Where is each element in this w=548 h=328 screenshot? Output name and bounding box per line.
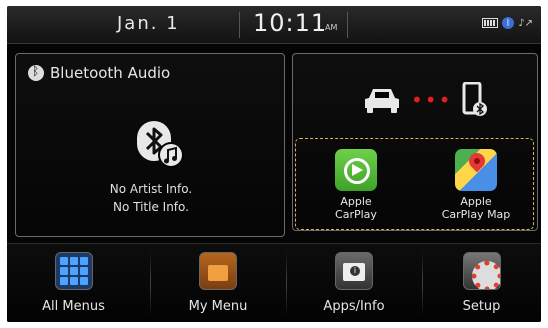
all-menus-label: All Menus [42,299,105,314]
apple-carplay-label-line2: CarPlay [335,208,377,221]
carplay-map-label-line1: Apple [460,195,492,208]
title-info: No Title Info. [113,200,189,214]
carplay-icon [335,149,377,191]
date-display[interactable]: Jan. 1 [117,13,180,34]
maps-icon [455,149,497,191]
divider [347,12,348,38]
gear-icon [462,252,501,290]
clock-display[interactable]: 10:11 [253,9,327,37]
phone-connection-status: ••• [363,82,488,118]
grid-icon [54,252,93,290]
status-bar: Jan. 1 10:11 AM ᛒ ♪↗ [7,6,541,44]
all-menus-button[interactable]: All Menus [7,244,140,322]
apple-carplay-map-button[interactable]: Apple CarPlay Map [426,149,526,221]
apple-carplay-label-line1: Apple [340,195,372,208]
info-icon [335,252,373,290]
my-menu-button[interactable]: My Menu [150,244,286,322]
smartphone-bluetooth-icon [462,82,488,116]
bluetooth-status-icon: ᛒ [502,17,515,29]
bluetooth-music-icon [137,121,184,168]
bluetooth-audio-header: Bluetooth Audio [28,64,170,82]
ampm-indicator: AM [325,23,338,32]
apple-carplay-button[interactable]: Apple CarPlay [306,149,406,221]
head-unit-screen: Jan. 1 10:11 AM ᛒ ♪↗ Bluetooth Audio No … [7,6,541,322]
artist-info: No Artist Info. [109,182,193,196]
apps-info-label: Apps/Info [323,299,385,314]
carplay-apps-area: Apple CarPlay Apple CarPlay Map [295,138,534,230]
status-icons: ᛒ ♪↗ [482,17,533,29]
bluetooth-audio-panel[interactable]: Bluetooth Audio No Artist Info. No Title… [15,53,285,237]
carplay-map-label-line2: CarPlay Map [441,208,511,221]
setup-button[interactable]: Setup [422,244,541,322]
apps-info-button[interactable]: Apps/Info [286,244,422,322]
car-icon [365,89,399,113]
connection-dots-icon: ••• [411,88,453,112]
setup-label: Setup [462,299,501,314]
bluetooth-icon [28,64,44,81]
signal-icon: ♪↗ [518,17,533,29]
bottom-menu-bar: All Menus My Menu Apps/Info Setup [7,243,541,322]
phone-battery-icon [482,18,499,28]
folder-icon [199,252,237,290]
divider [239,12,240,38]
bluetooth-audio-title: Bluetooth Audio [50,64,171,82]
my-menu-label: My Menu [188,299,248,314]
